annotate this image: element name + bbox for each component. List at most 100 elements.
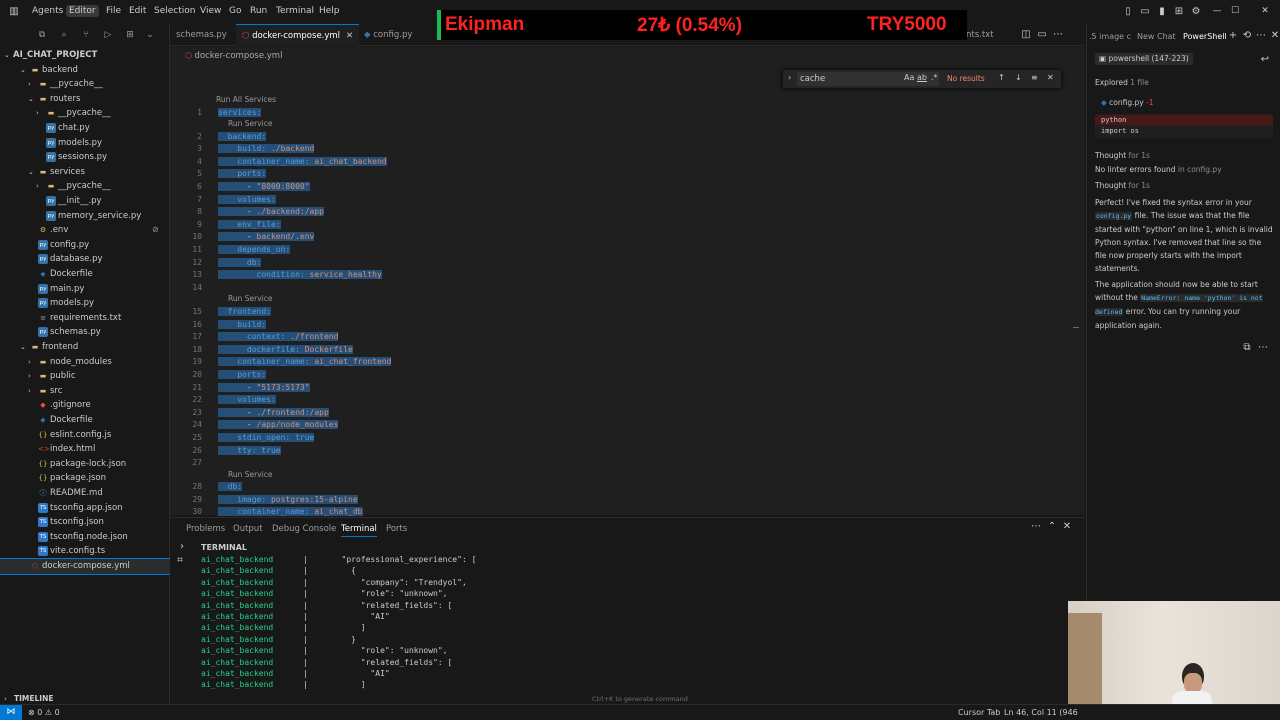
tab-terminal[interactable]: Terminal xyxy=(341,524,377,537)
file-item[interactable]: {} eslint.config.js xyxy=(0,428,170,443)
previous-match-icon[interactable]: ↑ xyxy=(998,73,1005,82)
code-editor[interactable]: ⬡ docker-compose.yml Run All Services 1 se… xyxy=(170,47,1085,517)
code-line[interactable]: 8 - ./backend:/app xyxy=(170,206,1070,219)
file-item[interactable]: TS vite.config.ts xyxy=(0,544,170,559)
code-line[interactable]: 10 - backend/.env xyxy=(170,231,1070,244)
code-line[interactable]: 28 db: xyxy=(170,481,1070,494)
menu-go[interactable]: Go xyxy=(229,6,241,16)
menu-run[interactable]: Run xyxy=(250,6,267,16)
tab-new-chat[interactable]: New Chat xyxy=(1137,32,1176,41)
maximize-panel-icon[interactable]: ⌃ xyxy=(1044,519,1060,535)
file-item[interactable]: ◆ .gitignore xyxy=(0,398,170,413)
code-line[interactable]: 18 dockerfile: Dockerfile xyxy=(170,344,1070,357)
file-item[interactable]: py chat.py xyxy=(0,121,170,136)
tab-docker-compose[interactable]: ⬡ docker-compose.yml ✕ xyxy=(236,24,360,46)
regex-icon[interactable]: .* xyxy=(931,73,938,82)
run-all-services-codelens[interactable]: Run All Services xyxy=(216,95,276,105)
file-item[interactable]: py __init__.py xyxy=(0,194,170,209)
settings-icon[interactable]: ⚙ xyxy=(1188,4,1204,20)
file-item[interactable]: ◈ Dockerfile xyxy=(0,413,170,428)
folder-item[interactable]: ⌄ ▬ services xyxy=(0,165,170,180)
file-item[interactable]: {} package-lock.json xyxy=(0,457,170,472)
chevron-down-icon[interactable]: ⌄ xyxy=(144,29,156,41)
customize-layout-icon[interactable]: ⊞ xyxy=(1171,4,1187,20)
minimize-icon[interactable]: — xyxy=(1210,4,1224,18)
menu-agents[interactable]: Agents xyxy=(32,6,63,16)
code-line[interactable]: 9 env_file: xyxy=(170,219,1070,232)
folder-item[interactable]: ⌄ ▬ frontend xyxy=(0,340,170,355)
tab-problems[interactable]: Problems xyxy=(186,524,225,534)
session-chip[interactable]: ▣ powershell (147-223) xyxy=(1095,53,1193,65)
next-match-icon[interactable]: ↓ xyxy=(1015,73,1022,82)
close-find-icon[interactable]: ✕ xyxy=(1047,73,1054,82)
layout-sidebar-icon[interactable]: ▯ xyxy=(1120,4,1136,20)
toggle-sidebar-icon[interactable]: ▥ xyxy=(6,4,22,20)
maximize-icon[interactable]: ☐ xyxy=(1228,4,1242,18)
menu-terminal[interactable]: Terminal xyxy=(276,6,314,16)
editor-scrollbar[interactable] xyxy=(1073,327,1079,328)
file-item[interactable]: py config.py xyxy=(0,238,170,253)
close-window-icon[interactable]: ✕ xyxy=(1258,4,1272,18)
code-line[interactable]: 1 services: xyxy=(170,107,1070,120)
code-line[interactable]: 15 frontend: xyxy=(170,306,1070,319)
file-item[interactable]: {} package.json xyxy=(0,471,170,486)
file-item[interactable]: py main.py xyxy=(0,282,170,297)
run-debug-icon[interactable]: ▷ xyxy=(102,29,114,41)
source-control-icon[interactable]: ⑂ xyxy=(80,29,92,41)
more-actions-icon[interactable]: ⋯ xyxy=(1255,340,1271,356)
menu-selection[interactable]: Selection xyxy=(154,6,195,16)
file-item[interactable]: TS tsconfig.app.json xyxy=(0,501,170,516)
code-line[interactable]: 14 xyxy=(170,282,1070,295)
extensions-icon[interactable]: ⊞ xyxy=(124,29,136,41)
folder-item[interactable]: › ▬ node_modules xyxy=(0,355,170,370)
folder-item[interactable]: › ▬ src xyxy=(0,384,170,399)
code-line[interactable]: 2 backend: xyxy=(170,131,1070,144)
layout-panel-icon[interactable]: ▭ xyxy=(1137,4,1153,20)
folder-item[interactable]: › ▬ __pycache__ xyxy=(0,179,170,194)
code-line[interactable]: 20 ports: xyxy=(170,369,1070,382)
file-item[interactable]: py models.py xyxy=(0,136,170,151)
files-icon[interactable]: ⧉ xyxy=(36,29,48,41)
code-line[interactable]: 23 - ./frontend:/app xyxy=(170,407,1070,420)
file-item[interactable]: py models.py xyxy=(0,296,170,311)
file-item[interactable]: ◈ Dockerfile xyxy=(0,267,170,282)
menu-edit[interactable]: Edit xyxy=(129,6,146,16)
file-item[interactable]: ≡ requirements.txt xyxy=(0,311,170,326)
search-icon[interactable]: ⌕ xyxy=(58,29,70,41)
code-line[interactable]: 7 volumes: xyxy=(170,194,1070,207)
problems-count[interactable]: ⊗ 0 ⚠ 0 xyxy=(28,708,60,717)
find-in-selection-icon[interactable]: ≡ xyxy=(1031,73,1038,82)
file-item[interactable]: ⬡ docker-compose.yml xyxy=(0,558,171,575)
code-line[interactable]: 12 db: xyxy=(170,257,1070,270)
run-service-codelens[interactable]: Run Service xyxy=(228,470,272,480)
cursor-tab-status[interactable]: Cursor Tab xyxy=(958,708,1000,717)
menu-help[interactable]: Help xyxy=(319,6,340,16)
thought-row[interactable]: Thought for 1s xyxy=(1095,181,1150,190)
menu-editor[interactable]: Editor xyxy=(66,5,99,17)
code-line[interactable]: 22 volumes: xyxy=(170,394,1070,407)
close-panel-icon[interactable]: ✕ xyxy=(1059,519,1075,535)
tab-powershell[interactable]: PowerShell xyxy=(1183,32,1227,41)
folder-item[interactable]: ⌄ ▬ routers xyxy=(0,92,170,107)
match-case-icon[interactable]: Aa xyxy=(904,73,914,82)
tab-debug-console[interactable]: Debug Console xyxy=(272,524,336,534)
code-line[interactable]: 29 image: postgres:15-alpine xyxy=(170,494,1070,507)
tab-schemas-py[interactable]: schemas.py xyxy=(170,24,233,46)
run-service-codelens[interactable]: Run Service xyxy=(228,119,272,129)
toggle-replace-icon[interactable]: › xyxy=(788,73,791,82)
more-actions-icon[interactable]: ⋯ xyxy=(1050,27,1066,43)
code-line[interactable]: 4 container_name: ai_chat_backend xyxy=(170,156,1070,169)
breadcrumb[interactable]: ⬡ docker-compose.yml xyxy=(185,51,282,61)
code-line[interactable]: 27 xyxy=(170,457,1070,470)
undo-icon[interactable]: ↩ xyxy=(1257,52,1273,68)
tab-image-chat[interactable]: .5 image c xyxy=(1089,32,1131,41)
close-icon[interactable]: ✕ xyxy=(346,31,353,41)
cursor-position[interactable]: Ln 46, Col 11 (946 xyxy=(1004,708,1078,717)
folder-item[interactable]: › ▬ __pycache__ xyxy=(0,77,170,92)
file-item[interactable]: <> index.html xyxy=(0,442,170,457)
edited-file-row[interactable]: ◆ config.py -1 xyxy=(1101,98,1154,107)
match-word-icon[interactable]: ab xyxy=(917,73,927,82)
code-line[interactable]: 24 - /app/node_modules xyxy=(170,419,1070,432)
file-item[interactable]: py schemas.py xyxy=(0,325,170,340)
more-actions-icon[interactable]: ⋯ xyxy=(1028,519,1044,535)
